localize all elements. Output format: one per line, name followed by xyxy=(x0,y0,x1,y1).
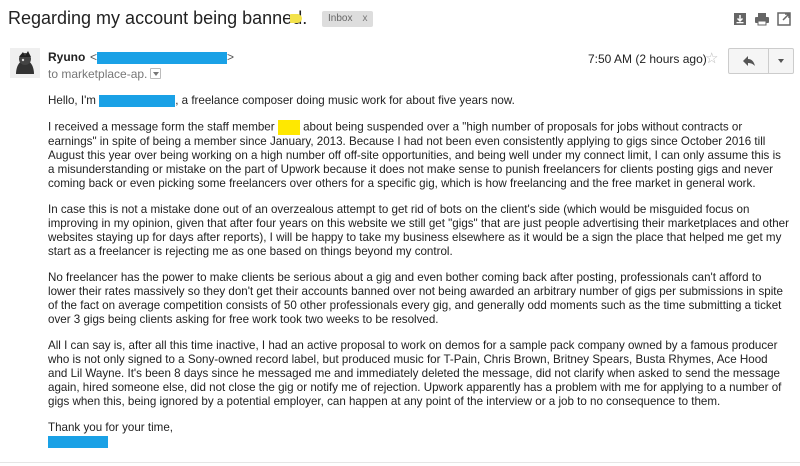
body-paragraph-2: In case this is not a mistake done out o… xyxy=(48,203,789,258)
subject-bar: Regarding my account being banned. Inbox… xyxy=(0,0,800,38)
redacted-email xyxy=(97,51,228,64)
thread-actions xyxy=(732,11,792,27)
reply-button-group xyxy=(728,48,794,74)
message-time: 7:50 AM (2 hours ago) xyxy=(588,52,707,66)
message-body: Hello, I'm , a freelance composer doing … xyxy=(48,94,790,448)
remove-label-button[interactable]: x xyxy=(362,13,367,24)
more-actions-button[interactable] xyxy=(769,49,793,73)
closing-line: Thank you for your time, xyxy=(48,421,174,434)
closing-paragraph: Thank you for your time, xyxy=(48,421,790,448)
sender-avatar[interactable] xyxy=(10,48,40,78)
redacted-staff-name xyxy=(277,120,300,135)
show-details-dropdown[interactable] xyxy=(150,68,162,80)
sender-email[interactable]: < > xyxy=(90,50,234,64)
reply-button[interactable] xyxy=(729,49,769,73)
sender-row: Ryuno < > to marketplace-ap. 7:50 AM (2 h… xyxy=(0,46,800,86)
body-paragraph-3: No freelancer has the power to make clie… xyxy=(48,271,783,326)
sender-name[interactable]: Ryuno xyxy=(48,50,85,64)
label-chip-inbox[interactable]: Inbox x xyxy=(322,11,374,27)
reply-icon xyxy=(742,56,755,66)
download-icon[interactable] xyxy=(732,11,748,27)
print-icon[interactable] xyxy=(754,11,770,27)
chevron-down-icon xyxy=(778,59,784,63)
redacted-signature xyxy=(48,436,108,448)
email-subject: Regarding my account being banned. xyxy=(8,8,308,28)
body-paragraph-4: All I can say is, after all this time in… xyxy=(48,339,782,408)
star-icon[interactable]: ☆ xyxy=(705,49,718,67)
new-window-icon[interactable] xyxy=(776,11,792,27)
recipient-line: to marketplace-ap. xyxy=(48,67,162,81)
email-view: Regarding my account being banned. Inbox… xyxy=(0,0,800,466)
divider xyxy=(0,462,800,463)
label-name: Inbox xyxy=(328,13,353,24)
redacted-name xyxy=(99,94,176,107)
body-paragraph-1: I received a message form the staff memb… xyxy=(48,120,781,190)
greeting-paragraph: Hello, I'm , a freelance composer doing … xyxy=(48,94,515,107)
importance-marker-icon[interactable] xyxy=(290,14,302,23)
